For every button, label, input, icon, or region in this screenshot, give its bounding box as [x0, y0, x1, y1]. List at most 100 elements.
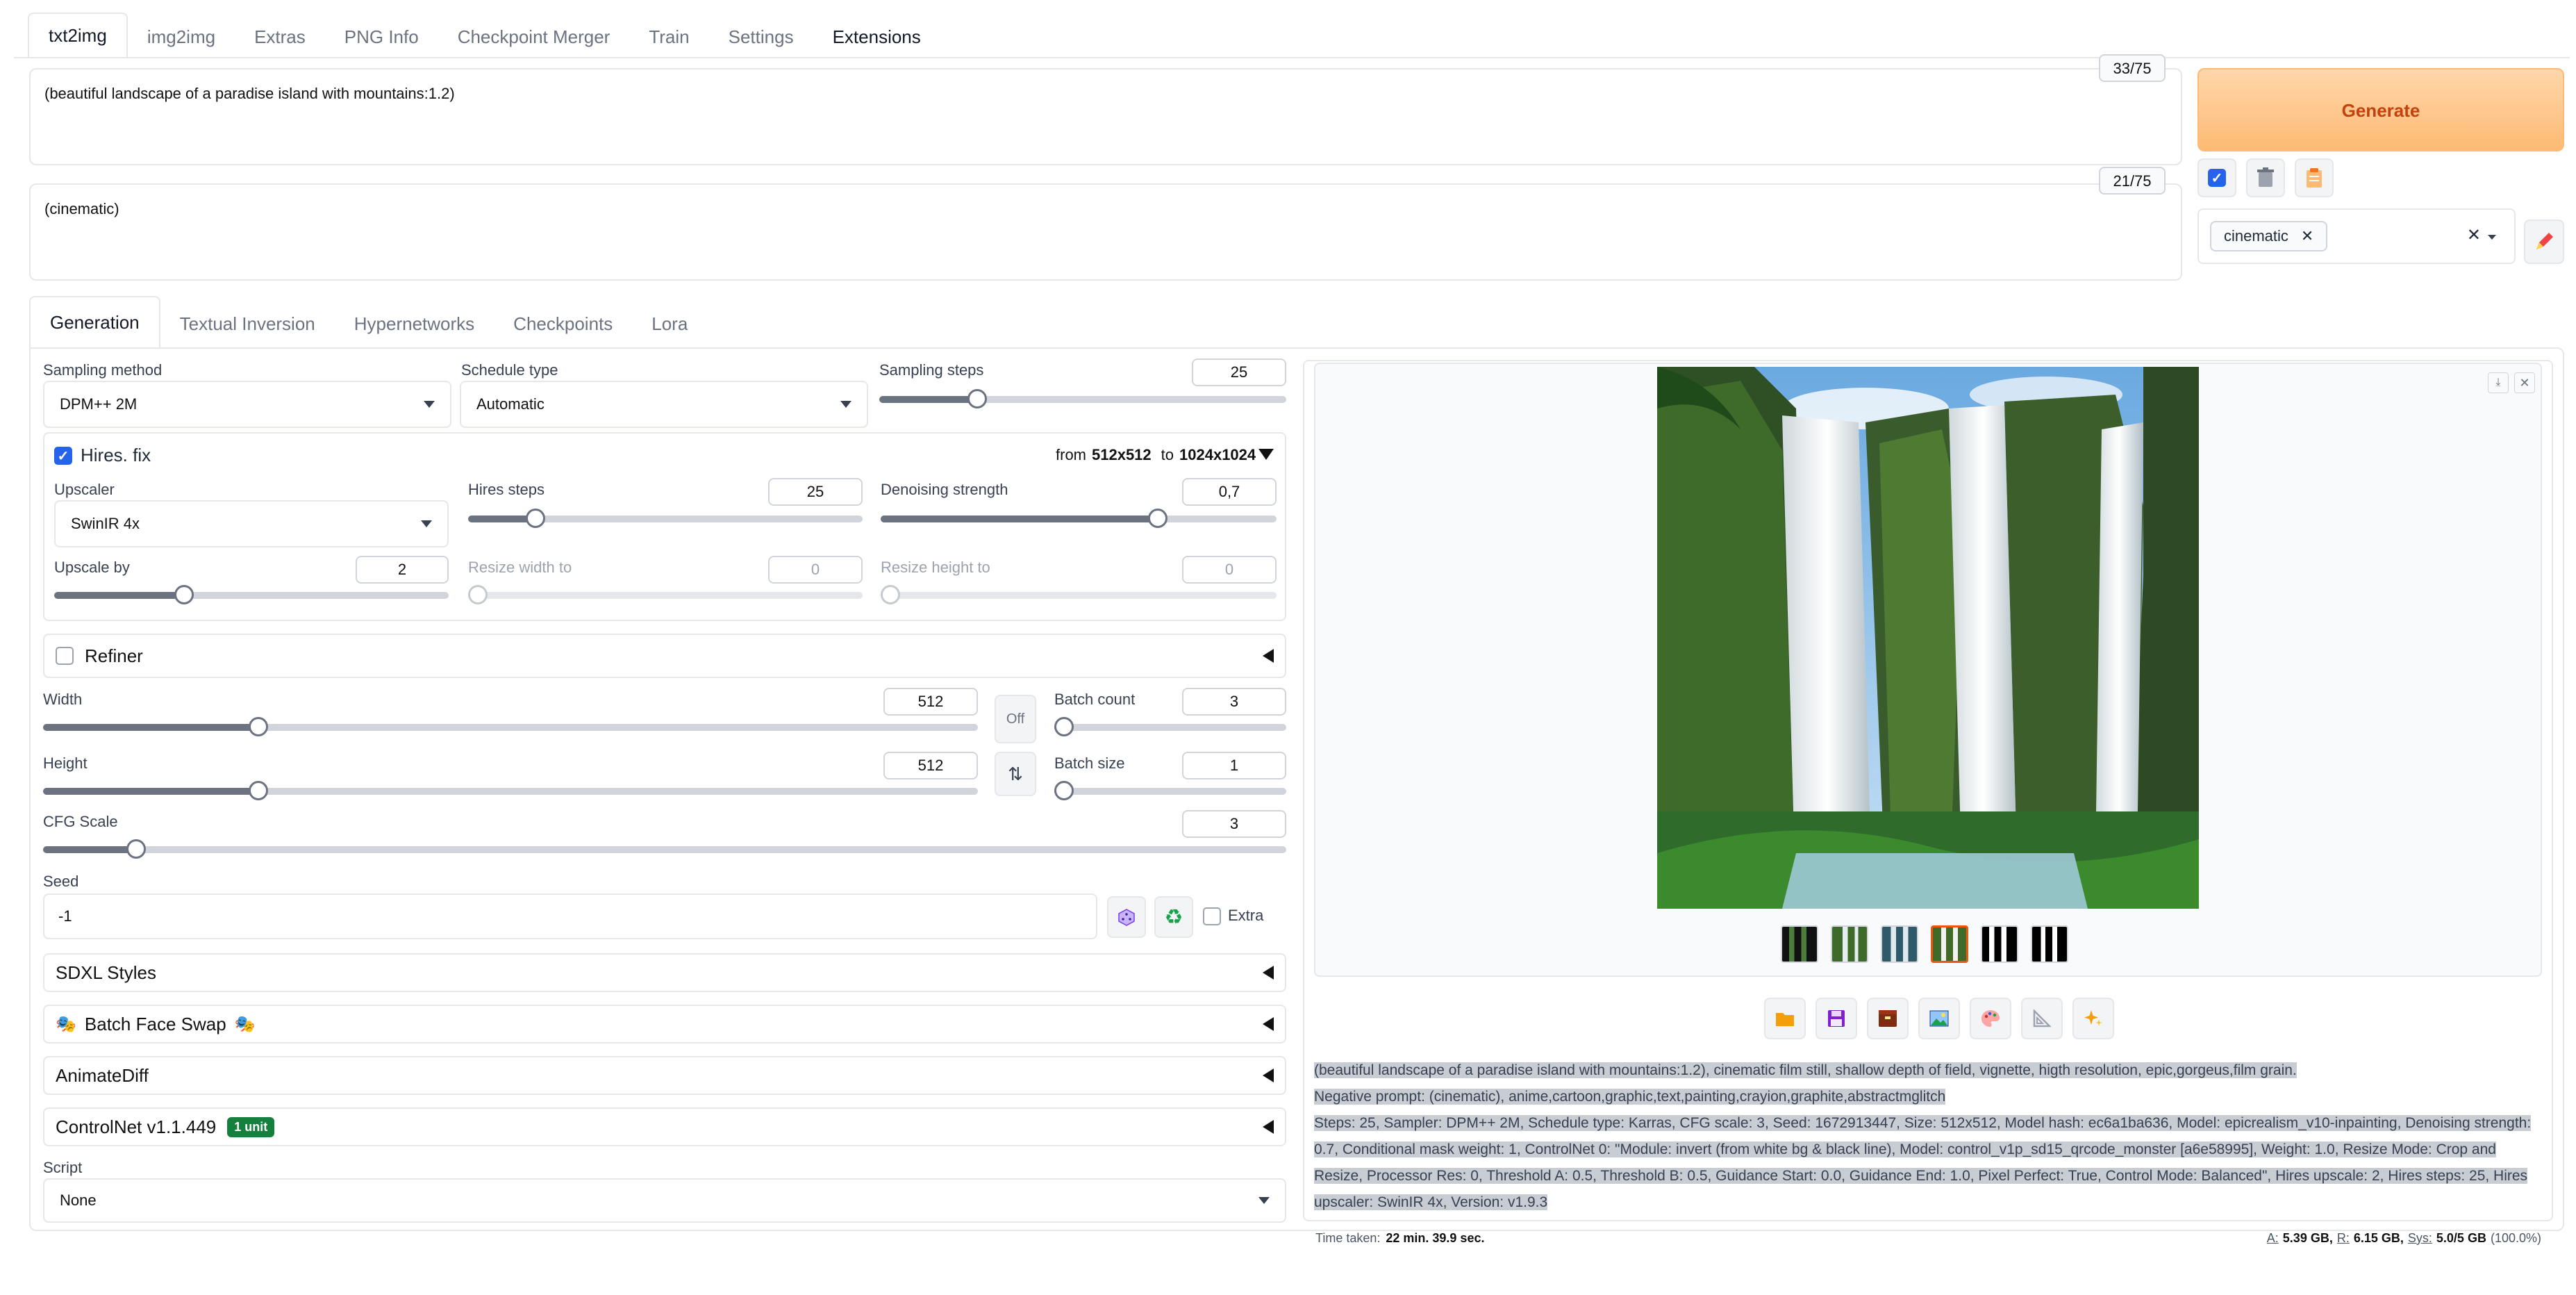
- subtab-generation[interactable]: Generation: [29, 296, 160, 349]
- upscaler-dropdown[interactable]: SwinIR 4x: [54, 500, 449, 547]
- tab-txt2img[interactable]: txt2img: [28, 13, 128, 58]
- batch-size-input[interactable]: 1: [1182, 752, 1286, 780]
- sampling-steps-input[interactable]: 25: [1192, 358, 1286, 386]
- tab-extensions[interactable]: Extensions: [813, 15, 940, 58]
- tab-train[interactable]: Train: [629, 15, 708, 58]
- upscale-by-slider[interactable]: [54, 585, 449, 604]
- thumbnail-4-selected[interactable]: [1931, 925, 1968, 963]
- cfg-scale-slider[interactable]: [43, 839, 1286, 859]
- zip-button[interactable]: [1867, 998, 1909, 1039]
- slider-handle[interactable]: [881, 585, 900, 604]
- send-to-inpaint-button[interactable]: [1970, 998, 2011, 1039]
- thumbnail-3[interactable]: [1881, 925, 1918, 963]
- tab-img2img[interactable]: img2img: [128, 15, 235, 58]
- open-folder-button[interactable]: [1764, 998, 1806, 1039]
- batch-size-slider[interactable]: [1054, 781, 1286, 800]
- seed-input[interactable]: -1: [43, 893, 1097, 939]
- remove-chip-icon[interactable]: ✕: [2301, 227, 2313, 245]
- thumbnail-6[interactable]: [2031, 925, 2068, 963]
- chevron-down-icon[interactable]: [2488, 235, 2496, 240]
- denoising-strength-input[interactable]: 0,7: [1182, 478, 1277, 506]
- script-dropdown[interactable]: None: [43, 1178, 1286, 1223]
- height-slider[interactable]: [43, 781, 978, 800]
- refiner-checkbox[interactable]: [56, 647, 74, 665]
- styles-dropdown[interactable]: cinematic ✕ ✕: [2197, 208, 2516, 264]
- picture-icon: [1929, 1010, 1949, 1027]
- hires-steps-input[interactable]: 25: [768, 478, 863, 506]
- send-to-extras-button[interactable]: [2021, 998, 2063, 1039]
- download-icon[interactable]: ⤓: [2488, 372, 2509, 393]
- resize-width-input[interactable]: 0: [768, 556, 863, 584]
- subtab-hypernetworks[interactable]: Hypernetworks: [335, 299, 494, 349]
- edit-styles-button[interactable]: [2524, 220, 2564, 264]
- tab-extras[interactable]: Extras: [235, 15, 325, 58]
- resize-width-slider[interactable]: [468, 585, 863, 604]
- batch-count-input[interactable]: 3: [1182, 688, 1286, 716]
- resize-height-input[interactable]: 0: [1182, 556, 1277, 584]
- paste-button[interactable]: [2295, 158, 2334, 197]
- mem-a-label: A:: [2266, 1231, 2279, 1245]
- expand-icon: [1263, 1069, 1274, 1082]
- hires-to-size: 1024x1024: [1179, 446, 1256, 463]
- thumbnail-strip: [1781, 925, 2068, 963]
- random-seed-button[interactable]: [1107, 896, 1146, 938]
- thumbnail-5[interactable]: [1981, 925, 2018, 963]
- mem-percent: (100.0%): [2490, 1231, 2541, 1245]
- slider-handle[interactable]: [1054, 717, 1074, 736]
- tab-settings[interactable]: Settings: [709, 15, 813, 58]
- hires-fix-checkbox[interactable]: ✓: [54, 447, 72, 465]
- slider-handle[interactable]: [1054, 781, 1074, 800]
- width-input[interactable]: 512: [883, 688, 978, 716]
- tab-checkpoint-merger[interactable]: Checkpoint Merger: [438, 15, 630, 58]
- sparkles-button[interactable]: [2072, 998, 2114, 1039]
- controlnet-accordion[interactable]: ControlNet v1.1.449 1 unit: [43, 1107, 1286, 1146]
- negative-prompt-input[interactable]: (cinematic): [29, 183, 2182, 281]
- collapse-icon[interactable]: [1258, 449, 1274, 460]
- hires-steps-slider[interactable]: [468, 509, 863, 528]
- clear-prompt-button[interactable]: [2246, 158, 2285, 197]
- slider-handle[interactable]: [248, 717, 268, 736]
- save-button[interactable]: [1815, 998, 1857, 1039]
- close-icon[interactable]: ✕: [2514, 372, 2535, 393]
- tab-png-info[interactable]: PNG Info: [325, 15, 438, 58]
- generated-image[interactable]: [1657, 367, 2199, 909]
- prompt-input[interactable]: (beautiful landscape of a paradise islan…: [29, 68, 2182, 165]
- subtab-lora[interactable]: Lora: [632, 299, 707, 349]
- triangle-ruler-icon: [2033, 1009, 2051, 1028]
- batch-count-slider[interactable]: [1054, 717, 1286, 736]
- slider-handle[interactable]: [468, 585, 488, 604]
- animatediff-accordion[interactable]: AnimateDiff: [43, 1056, 1286, 1095]
- subtab-checkpoints[interactable]: Checkpoints: [494, 299, 632, 349]
- memory-stats: A: 5.39 GB, R: 6.15 GB, Sys: 5.0/5 GB (100.…: [2267, 1231, 2541, 1246]
- width-slider[interactable]: [43, 717, 978, 736]
- thumbnail-2[interactable]: [1831, 925, 1868, 963]
- extra-seed-checkbox[interactable]: [1203, 907, 1221, 925]
- cfg-scale-input[interactable]: 3: [1182, 810, 1286, 838]
- refiner-label: Refiner: [85, 645, 143, 666]
- generate-button[interactable]: Generate: [2197, 68, 2564, 151]
- height-input[interactable]: 512: [883, 752, 978, 780]
- swap-dimensions-button[interactable]: ⇅: [995, 752, 1036, 796]
- slider-handle[interactable]: [1148, 509, 1167, 528]
- slider-handle[interactable]: [967, 389, 987, 409]
- slider-handle[interactable]: [525, 509, 545, 528]
- resize-height-slider[interactable]: [881, 585, 1277, 604]
- upscale-by-input[interactable]: 2: [356, 556, 449, 584]
- denoising-strength-slider[interactable]: [881, 509, 1277, 528]
- sdxl-styles-accordion[interactable]: SDXL Styles: [43, 953, 1286, 992]
- thumbnail-1[interactable]: [1781, 925, 1818, 963]
- aspect-lock-off-button[interactable]: Off: [995, 695, 1036, 743]
- schedule-type-dropdown[interactable]: Automatic: [460, 381, 868, 428]
- send-to-img2img-button[interactable]: [1918, 998, 1960, 1039]
- batch-face-swap-accordion[interactable]: 🎭 Batch Face Swap 🎭: [43, 1005, 1286, 1044]
- show-extra-networks-button[interactable]: ✓: [2197, 158, 2236, 197]
- sampling-method-dropdown[interactable]: DPM++ 2M: [43, 381, 451, 428]
- clear-styles-icon[interactable]: ✕: [2467, 225, 2481, 245]
- subtab-textual-inversion[interactable]: Textual Inversion: [160, 299, 335, 349]
- batch-face-swap-label: Batch Face Swap: [84, 1013, 226, 1034]
- sampling-steps-slider[interactable]: [879, 389, 1286, 409]
- sdxl-styles-label: SDXL Styles: [56, 962, 156, 983]
- reuse-seed-button[interactable]: ♻: [1154, 896, 1193, 938]
- refiner-accordion[interactable]: Refiner: [43, 634, 1286, 678]
- slider-handle[interactable]: [248, 781, 268, 800]
